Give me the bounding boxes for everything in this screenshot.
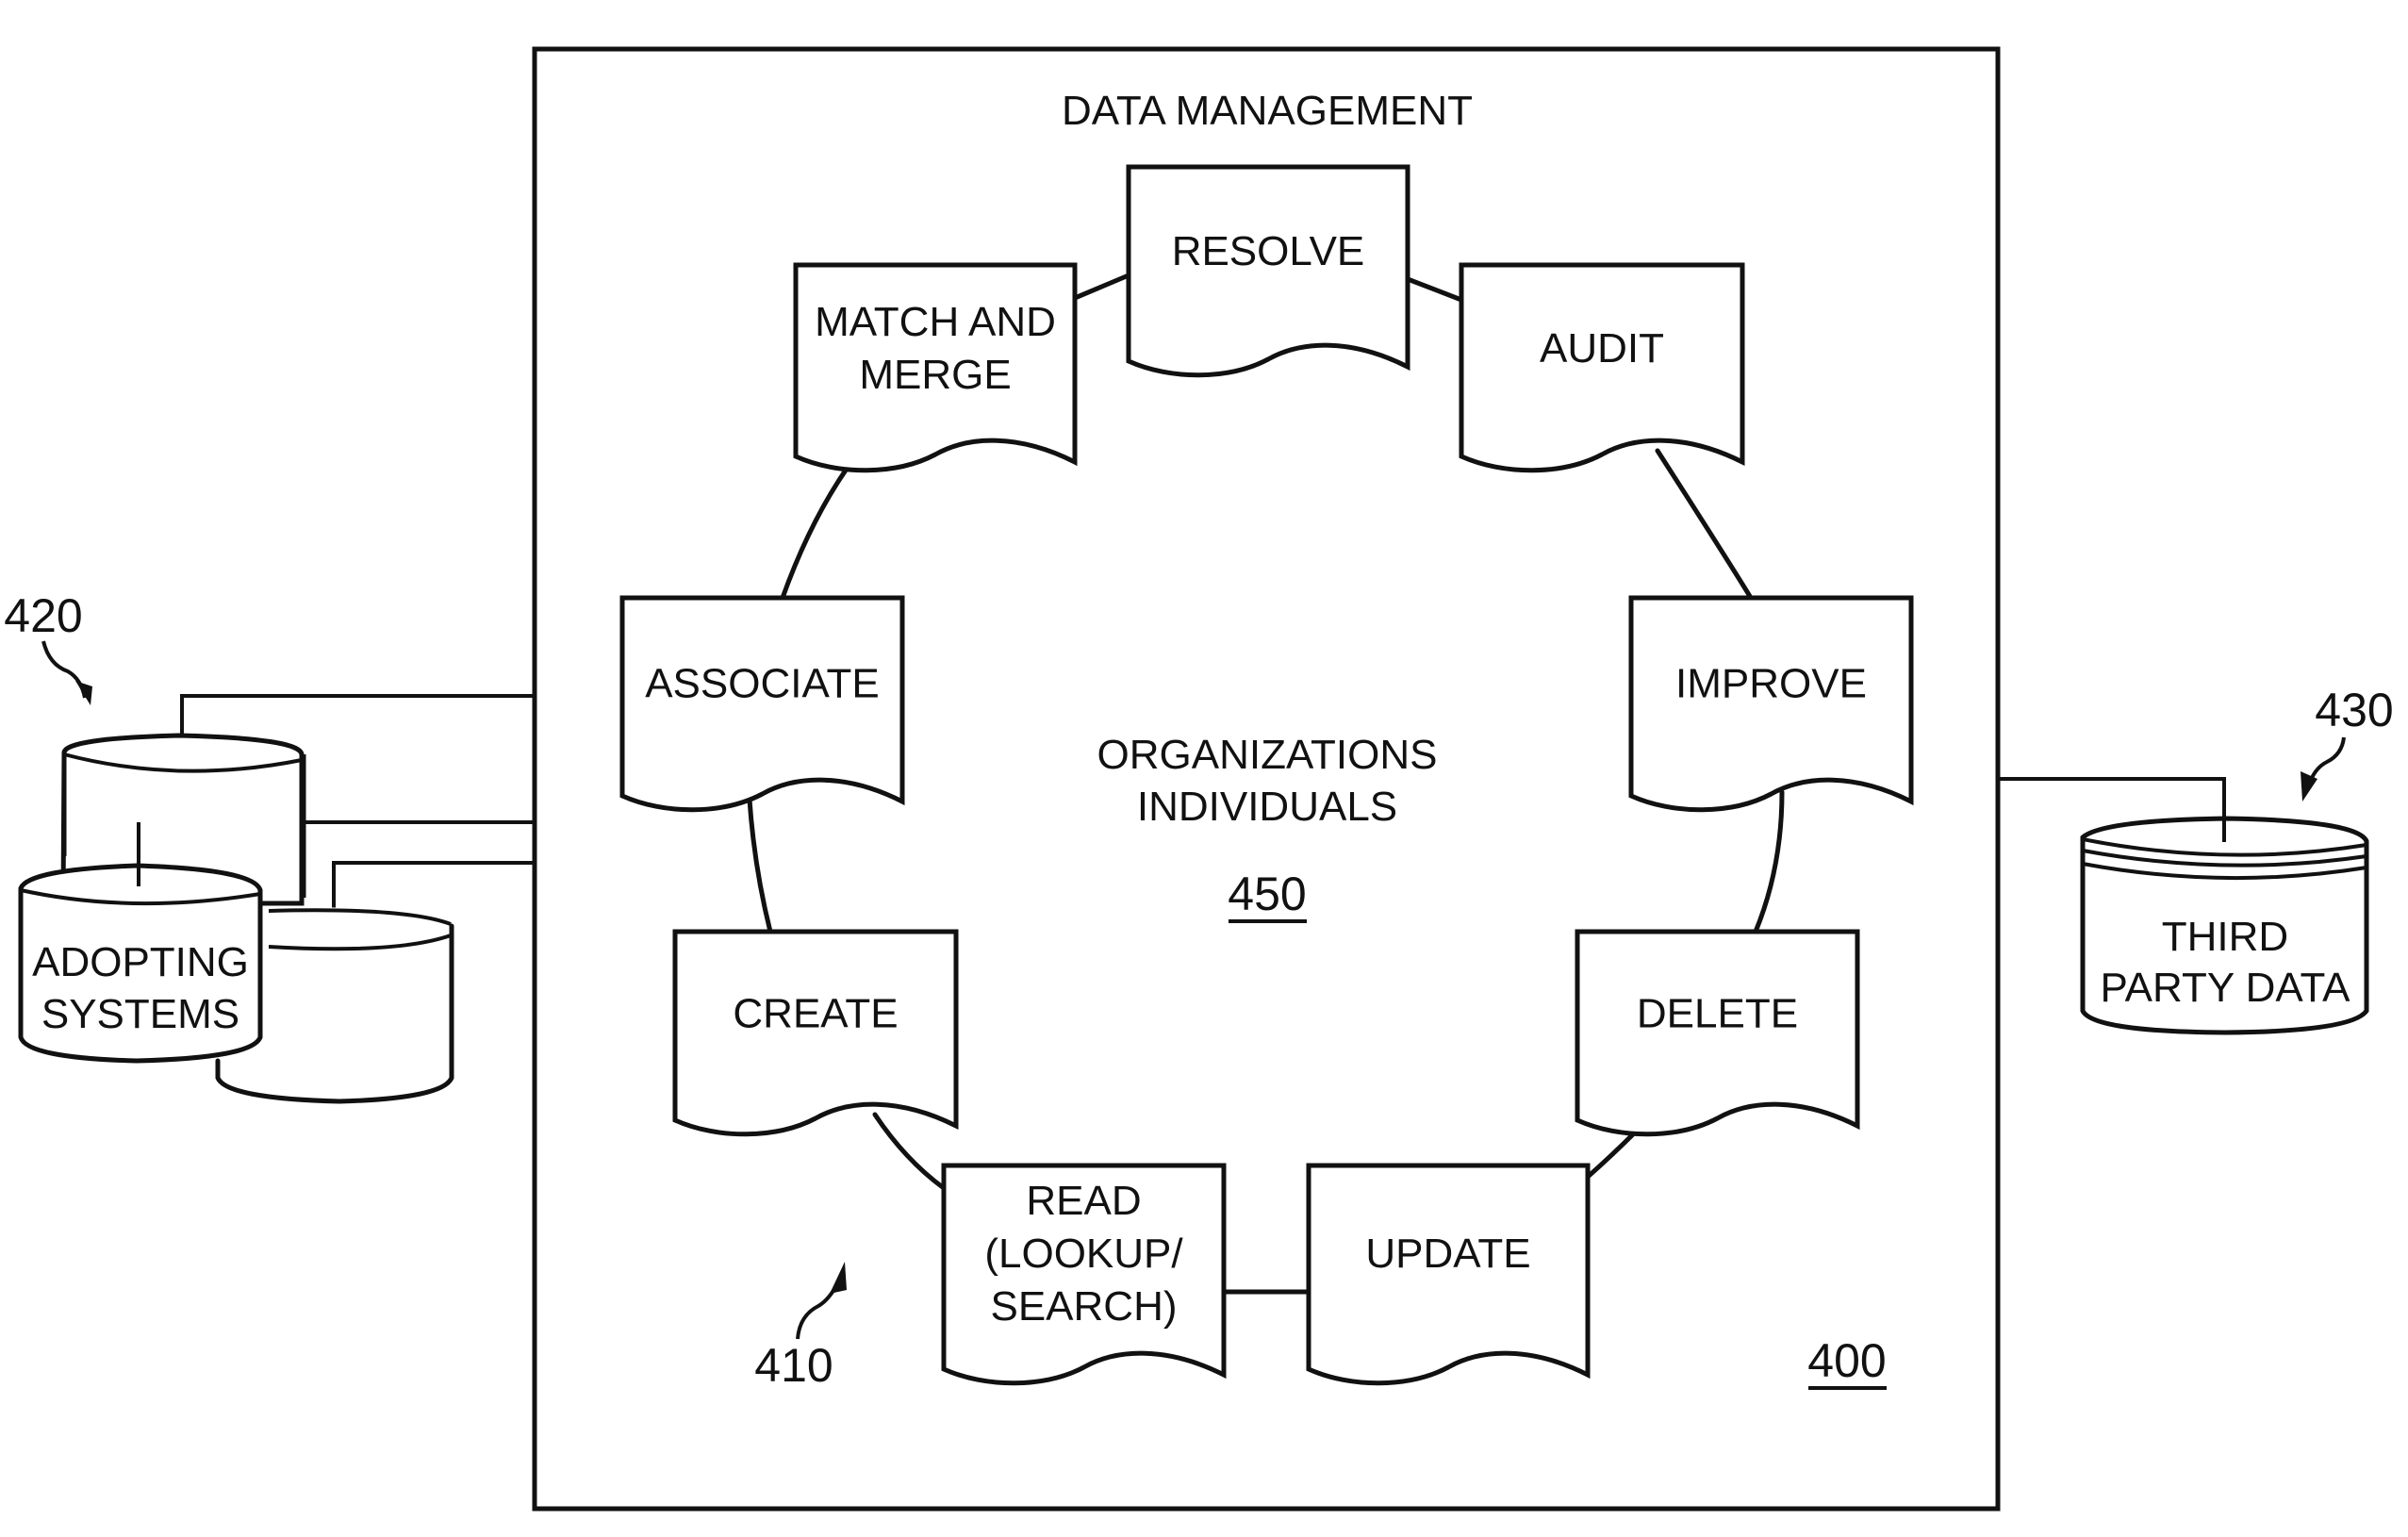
adopting-systems-label-line1: ADOPTING	[32, 939, 249, 985]
container-ref-number: 400	[1807, 1334, 1886, 1387]
adopting-systems-ref-arrow	[41, 640, 87, 699]
connector-read-create	[872, 1112, 947, 1191]
operation-delete: DELETE	[1575, 929, 1860, 1137]
third-party-data-cylinder: THIRD PARTY DATA	[2080, 779, 2369, 1035]
connector-merge-resolve	[1072, 273, 1131, 301]
operation-update: UPDATE	[1306, 1163, 1591, 1386]
operation-improve: IMPROVE	[1628, 595, 1914, 813]
operation-create: CREATE	[672, 929, 959, 1137]
operation-label: MATCH AND	[815, 299, 1056, 345]
operation-label: MERGE	[859, 352, 1011, 398]
connector-create-associate	[747, 797, 773, 934]
cycle-ref-number: 410	[754, 1339, 833, 1392]
operation-read: READ (LOOKUP/SEARCH)	[941, 1163, 1227, 1386]
connector-associate-merge	[780, 459, 854, 601]
operation-label: READ	[1026, 1178, 1141, 1224]
operation-associate: ASSOCIATE	[619, 595, 905, 813]
operation-label: DELETE	[1637, 991, 1798, 1037]
third-party-label-line1: THIRD	[2162, 914, 2288, 960]
connector-audit-improve	[1655, 448, 1754, 601]
third-party-label-line2: PARTY DATA	[2101, 965, 2351, 1011]
operation-label: IMPROVE	[1675, 661, 1867, 707]
operation-label: ASSOCIATE	[645, 661, 880, 707]
center-label-individuals: INDIVIDUALS	[1137, 784, 1397, 830]
adopting-systems-label-line2: SYSTEMS	[41, 991, 239, 1037]
adopting-systems-ref-arrowhead-icon	[75, 681, 92, 705]
third-party-ref-number: 430	[2315, 684, 2393, 736]
center-ref-number: 450	[1228, 868, 1306, 920]
operation-resolve: RESOLVE	[1126, 164, 1410, 378]
container-title: DATA MANAGEMENT	[1062, 88, 1473, 134]
operation-label: AUDIT	[1540, 325, 1664, 372]
operation-label: (LOOKUP/	[984, 1231, 1183, 1277]
adopting-systems-ref-number: 420	[4, 589, 82, 642]
connector-delete-update	[1585, 1129, 1639, 1180]
data-management-diagram: DATA MANAGEMENT RESOLVE AUDIT IMPROVE DELET…	[4, 46, 2394, 1512]
operation-label: RESOLVE	[1172, 228, 1365, 274]
operation-label: CREATE	[733, 991, 898, 1037]
connector-resolve-audit	[1405, 276, 1464, 303]
connector-improve-delete	[1753, 789, 1785, 934]
cycle-ref-arrowhead-icon	[830, 1262, 847, 1294]
operation-label: SEARCH)	[990, 1283, 1177, 1330]
operation-label: UPDATE	[1365, 1231, 1530, 1277]
operation-match-and-merge: MATCH AND MERGE	[793, 262, 1078, 473]
center-label-organizations: ORGANIZATIONS	[1097, 732, 1438, 778]
operation-audit: AUDIT	[1459, 262, 1745, 473]
